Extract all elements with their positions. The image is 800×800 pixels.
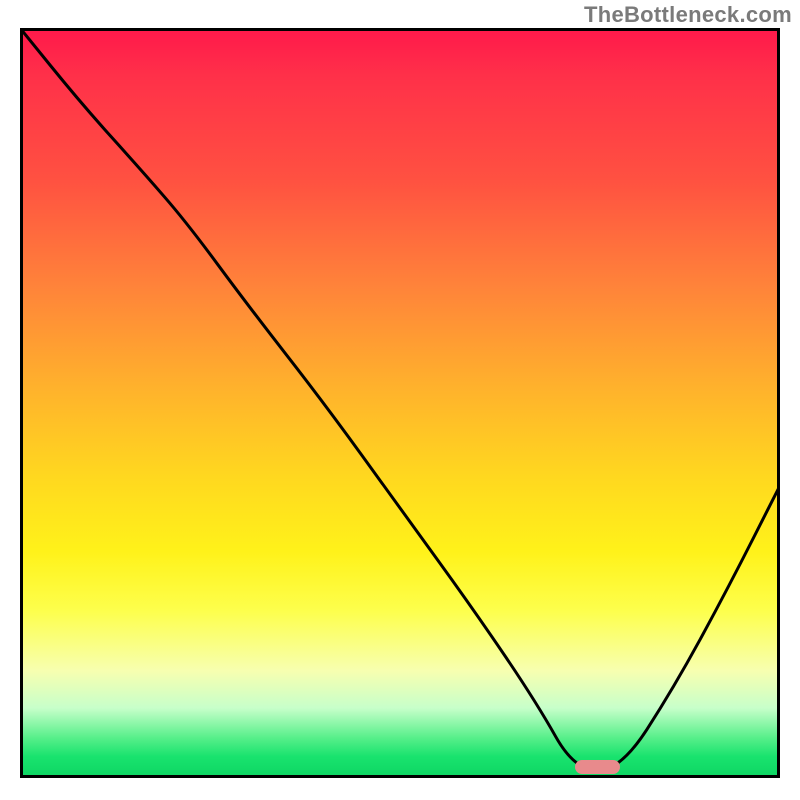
optimum-marker [575, 760, 621, 774]
attribution-label: TheBottleneck.com [584, 2, 792, 28]
plot-area [20, 28, 780, 778]
chart-container: TheBottleneck.com [0, 0, 800, 800]
curve-svg [20, 28, 780, 778]
bottleneck-curve-path [20, 28, 780, 771]
